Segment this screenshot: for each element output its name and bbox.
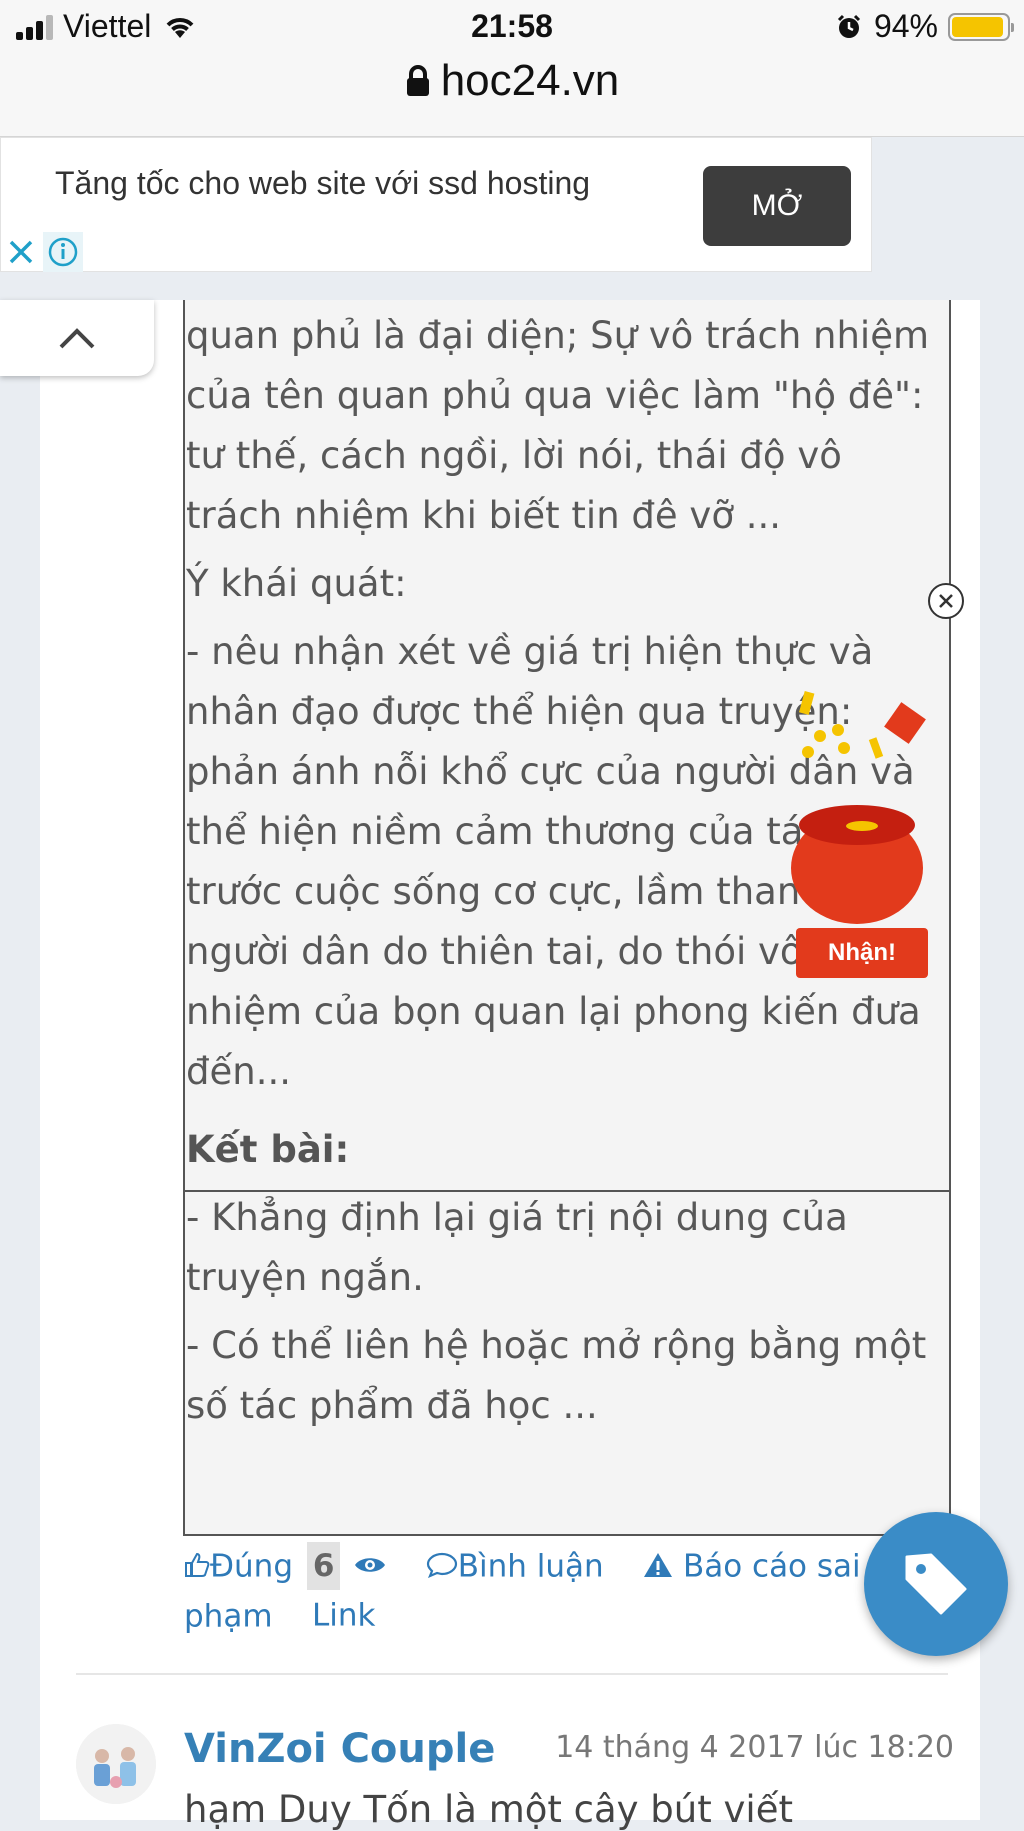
lock-icon <box>406 65 429 96</box>
answer-paragraph: Ý khái quát: <box>186 562 407 605</box>
collapse-button[interactable] <box>0 300 154 376</box>
url-field[interactable]: hoc24.vn <box>0 56 1024 106</box>
post-preview-text: hạm Duy Tốn là một cây bút viết <box>184 1788 793 1831</box>
conclusion-paragraph: - Có thể liên hệ hoặc mở rộng bằng một s… <box>186 1324 927 1427</box>
ad-open-button[interactable]: MỞ <box>703 166 851 246</box>
promo-close-icon[interactable] <box>928 583 964 619</box>
address-bar[interactable]: hoc24.vn <box>0 52 1024 137</box>
correct-link[interactable]: Đúng <box>184 1547 303 1585</box>
ad-info-icon[interactable] <box>43 232 83 272</box>
chevron-up-icon <box>59 328 95 349</box>
tag-icon <box>905 1553 967 1615</box>
url-text: hoc24.vn <box>440 56 620 105</box>
comment-label: Bình luận <box>457 1548 604 1585</box>
ad-text: Tăng tốc cho web site với ssd hosting <box>55 165 591 201</box>
tag-fab-button[interactable] <box>864 1512 1008 1656</box>
post-timestamp: 14 tháng 4 2017 lúc 18:20 <box>555 1730 954 1765</box>
warning-icon <box>644 1552 673 1577</box>
status-bar: Viettel 21:58 94% <box>0 0 1024 52</box>
answer-actions: Đúng 6 Bình luận Báo cáo sai phạm Link <box>184 1540 904 1641</box>
answer-paragraph: quan phủ là đại diện; Sự vô trách nhiệm … <box>186 314 930 537</box>
thumbs-up-icon <box>185 1552 210 1577</box>
battery-percent: 94% <box>873 8 938 44</box>
eye-icon[interactable] <box>354 1554 386 1576</box>
avatar[interactable] <box>76 1724 156 1804</box>
battery-fill <box>952 16 1003 37</box>
battery-group: 94% <box>836 8 1014 45</box>
post-author[interactable]: VinZoi Couple <box>184 1726 495 1772</box>
ad-banner[interactable]: Tăng tốc cho web site với ssd hosting MỞ <box>0 137 872 272</box>
promo-claim-button[interactable]: Nhận! <box>796 928 928 978</box>
conclusion-heading: Kết bài: <box>186 1128 350 1171</box>
alarm-icon <box>837 14 861 38</box>
comment-icon <box>426 1552 457 1578</box>
permalink[interactable]: Link <box>312 1598 375 1634</box>
post-separator <box>76 1673 948 1675</box>
battery-icon <box>948 12 1014 41</box>
comment-link[interactable]: Bình luận <box>426 1547 614 1585</box>
correct-label: Đúng <box>210 1548 293 1585</box>
conclusion-paragraph: - Khẳng định lại giá trị nội dung của tr… <box>186 1196 848 1299</box>
correct-count-badge: 6 <box>306 1541 341 1590</box>
ad-close-icon[interactable] <box>1 232 41 272</box>
